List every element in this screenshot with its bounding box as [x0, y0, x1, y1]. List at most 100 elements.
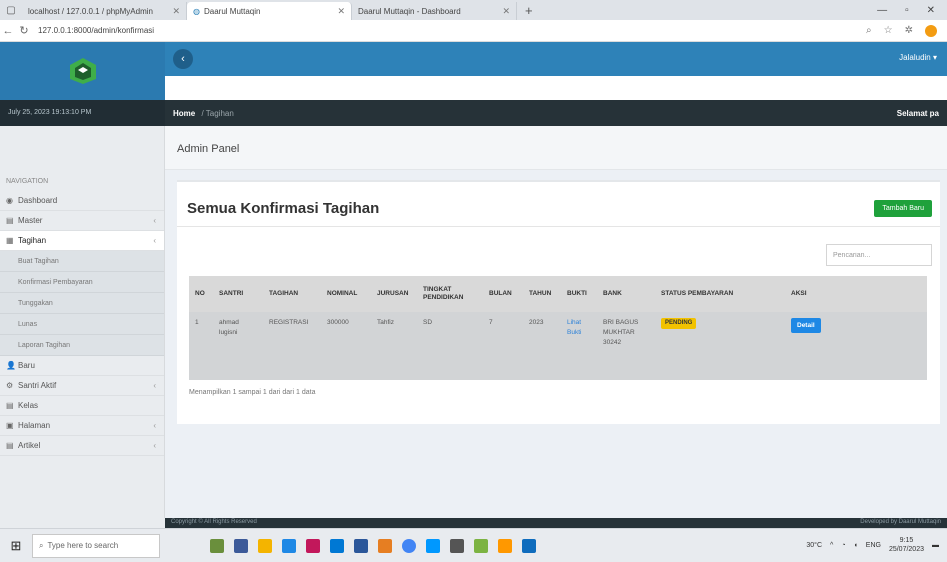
url-field[interactable]: 127.0.0.1:8000/admin/konfirmasi	[38, 26, 154, 35]
tab-label: Daarul Muttaqin	[203, 6, 261, 16]
sidebar-subitem-tunggakan[interactable]: Tunggakan	[0, 293, 164, 314]
cell-santri: ahmad lugisni	[213, 312, 263, 380]
reload-icon[interactable]: ↻	[16, 24, 32, 37]
breadcrumb-home[interactable]: Home	[173, 109, 195, 118]
view-proof-link[interactable]: Lihat Bukti	[567, 319, 581, 336]
current-date: July 25, 2023 19:13:10 PM	[0, 100, 165, 126]
sidebar-item-label: Halaman	[18, 421, 51, 430]
network-icon[interactable]: ◔	[841, 542, 845, 549]
column-header-bukti: BUKTI	[561, 276, 597, 312]
detail-button[interactable]: Detail	[791, 318, 821, 333]
lang-text[interactable]: ENG	[866, 542, 881, 549]
logo[interactable]	[0, 42, 165, 100]
sidebar-subitem-buat-tagihan[interactable]: Buat Tagihan	[0, 251, 164, 272]
sidebar-item-dashboard[interactable]: ◉ Dashboard	[0, 191, 164, 211]
list-icon: ▤	[6, 401, 14, 410]
main-content: Admin Panel Semua Konfirmasi Tagihan Tam…	[165, 126, 947, 518]
sidebar-item-tagihan[interactable]: ▦ Tagihan ‹	[0, 231, 164, 251]
column-header-bulan: BULAN	[483, 276, 523, 312]
app-icon[interactable]	[210, 538, 224, 553]
breadcrumb-current: / Tagihan	[201, 109, 234, 118]
close-icon[interactable]: ✕	[502, 6, 510, 17]
tray-chevron-icon[interactable]: ^	[830, 542, 833, 549]
close-icon[interactable]: ✕	[337, 6, 345, 17]
close-icon[interactable]: ✕	[172, 6, 180, 17]
sidebar-item-label: Kelas	[18, 401, 39, 410]
table-header-row: NO SANTRI TAGIHAN NOMINAL JURUSAN TINGKA…	[189, 276, 927, 312]
clock[interactable]: 9:15 25/07/2023	[889, 537, 924, 554]
volume-icon[interactable]: ◖	[854, 542, 858, 549]
dashboard-icon: ◉	[6, 196, 13, 205]
notification-icon[interactable]: ▬	[932, 542, 939, 549]
close-window-icon[interactable]: ✕	[927, 5, 935, 16]
weather-text[interactable]: 30°C	[806, 542, 822, 549]
cell-bukti: Lihat Bukti	[561, 312, 597, 380]
app-icon[interactable]	[522, 538, 536, 553]
taskbar-search[interactable]: ⌕ Type here to search	[32, 533, 160, 558]
star-icon[interactable]: ☆	[884, 25, 893, 36]
add-new-button[interactable]: Tambah Baru	[874, 200, 932, 217]
browser-tab-phpmyadmin[interactable]: localhost / 127.0.0.1 / phpMyAdmin ✕	[22, 2, 187, 20]
extensions-icon[interactable]: ✲	[905, 25, 913, 36]
app-icon[interactable]	[378, 538, 392, 553]
sidebar-footer	[0, 518, 165, 528]
windows-start-icon[interactable]: ⊞	[0, 538, 32, 554]
taskbar-apps	[210, 538, 536, 553]
word-icon[interactable]	[354, 538, 368, 553]
cell-tingkat: SD	[417, 312, 483, 380]
app-icon[interactable]	[450, 538, 464, 553]
page-icon: ▣	[6, 421, 14, 430]
back-icon[interactable]: ←	[0, 25, 16, 37]
edge-icon[interactable]	[282, 538, 296, 553]
app-icon[interactable]	[306, 538, 320, 553]
sidebar-item-kelas[interactable]: ▤ Kelas	[0, 396, 164, 416]
column-header-nominal: NOMINAL	[321, 276, 371, 312]
sidebar-subitem-laporan[interactable]: Laporan Tagihan	[0, 335, 164, 356]
column-header-jurusan: JURUSAN	[371, 276, 417, 312]
time-text: 9:15	[899, 537, 914, 545]
app-icon[interactable]	[330, 538, 344, 553]
cell-bulan: 7	[483, 312, 523, 380]
file-explorer-icon[interactable]	[258, 538, 272, 553]
task-view-icon[interactable]	[234, 538, 248, 553]
search-input[interactable]	[826, 244, 932, 266]
user-menu[interactable]: Jalaludin ▾	[899, 53, 937, 62]
divider	[177, 226, 940, 227]
sidebar-item-artikel[interactable]: ▤ Artikel ‹	[0, 436, 164, 456]
footer-copyright: Copyright © All Rights Reserved	[171, 519, 257, 525]
minimize-icon[interactable]: —	[877, 5, 887, 16]
status-badge: PENDING	[661, 318, 697, 329]
browser-tab-daarul[interactable]: ◍ Daarul Muttaqin ✕	[187, 2, 352, 20]
sidebar-item-master[interactable]: ▤ Master ‹	[0, 211, 164, 231]
column-header-tahun: TAHUN	[523, 276, 561, 312]
address-bar: ← ↻ 127.0.0.1:8000/admin/konfirmasi ⌕ ☆ …	[0, 20, 947, 42]
globe-icon: ◍	[193, 6, 200, 16]
column-header-tingkat: TINGKAT PENDIDIKAN	[417, 276, 483, 312]
page-header: Admin Panel	[165, 126, 947, 170]
vscode-icon[interactable]	[426, 538, 440, 553]
sidebar-item-label: Tagihan	[18, 236, 47, 245]
chevron-left-icon: ‹	[153, 441, 156, 450]
xampp-icon[interactable]	[498, 538, 512, 553]
search-icon: ⌕	[39, 540, 44, 550]
sidebar-item-halaman[interactable]: ▣ Halaman ‹	[0, 416, 164, 436]
zoom-icon[interactable]: ⌕	[866, 25, 872, 36]
sidebar-toggle-icon[interactable]: ‹	[173, 49, 193, 69]
new-tab-icon[interactable]: +	[517, 3, 541, 18]
cell-status: PENDING	[655, 312, 785, 380]
browser-tab-dashboard[interactable]: Daarul Muttaqin - Dashboard ✕	[352, 2, 517, 20]
window-menu-icon[interactable]: ▢	[0, 5, 22, 16]
sidebar-subitem-konfirmasi[interactable]: Konfirmasi Pembayaran	[0, 272, 164, 293]
sidebar-item-label: Dashboard	[18, 196, 58, 205]
chrome-icon[interactable]	[402, 538, 416, 553]
cell-tagihan: REGISTRASI	[263, 312, 321, 380]
maximize-icon[interactable]: ▫	[905, 5, 909, 16]
cell-tahun: 2023	[523, 312, 561, 380]
column-header-aksi: AKSI	[785, 276, 927, 312]
sidebar-item-baru[interactable]: 👤 Baru	[0, 356, 164, 376]
sidebar-subitem-lunas[interactable]: Lunas	[0, 314, 164, 335]
app-icon[interactable]	[474, 538, 488, 553]
profile-icon[interactable]	[925, 24, 937, 37]
sidebar-item-santri[interactable]: ⚙ Santri Aktif ‹	[0, 376, 164, 396]
sidebar-item-label: Baru	[18, 361, 35, 370]
